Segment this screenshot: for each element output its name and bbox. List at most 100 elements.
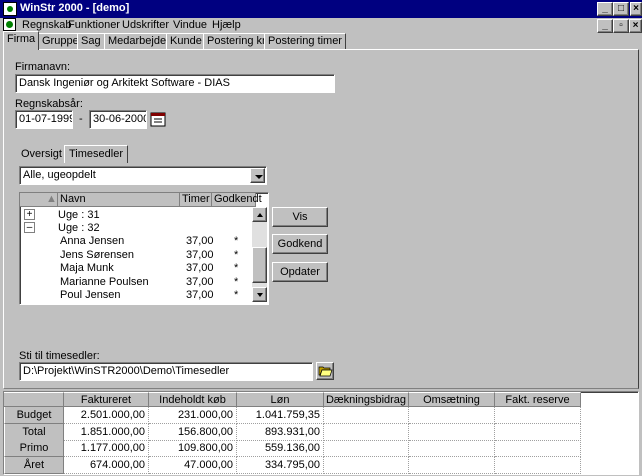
collapse-icon[interactable]: – <box>24 222 35 233</box>
scroll-down-arrow-icon[interactable] <box>252 287 267 302</box>
grid-header-hours[interactable]: Timer <box>180 193 212 207</box>
summary-cell[interactable] <box>324 456 409 474</box>
fiscal-year-label: Regnskabsår: <box>15 98 83 110</box>
fiscal-year-to-input[interactable]: 30-06-2000 <box>89 110 147 129</box>
summary-cell[interactable]: 674.000,00 <box>64 456 149 474</box>
grid-row[interactable]: Maja Munk 37,00 * <box>58 262 252 275</box>
minimize-button[interactable]: _ <box>597 2 613 16</box>
grid-cell-name: Jens Sørensen <box>60 248 134 261</box>
grid-scrollbar[interactable] <box>252 207 267 302</box>
subtab-timesedler[interactable]: Timesedler <box>64 145 128 163</box>
calendar-icon[interactable] <box>150 111 166 127</box>
grid-group-row[interactable]: Uge : 32 <box>58 222 100 235</box>
expand-icon[interactable]: + <box>24 209 35 220</box>
summary-cell[interactable]: 231.000,00 <box>149 407 237 424</box>
menu-bar: Regnskab Funktioner Udskrifter Vindue Hj… <box>0 18 642 33</box>
summary-cell[interactable] <box>495 423 581 441</box>
tab-kunde[interactable]: Kunde <box>166 33 206 49</box>
grid-cell-approved: * <box>234 275 239 288</box>
vis-button[interactable]: Vis <box>272 207 328 227</box>
chevron-down-icon[interactable] <box>250 168 265 183</box>
summary-cell[interactable] <box>324 407 409 424</box>
grid-cell-approved: * <box>234 248 239 261</box>
summary-cell[interactable] <box>409 456 495 474</box>
summary-cell[interactable]: 334.795,00 <box>237 456 324 474</box>
scroll-up-arrow-icon[interactable] <box>252 207 267 222</box>
scroll-thumb[interactable] <box>252 247 267 283</box>
summary-header: Løn <box>237 392 324 407</box>
summary-cell[interactable] <box>324 423 409 441</box>
summary-cell[interactable] <box>495 407 581 424</box>
summary-cell[interactable] <box>324 440 409 457</box>
summary-cell[interactable] <box>495 440 581 457</box>
summary-cell[interactable]: 109.800,00 <box>149 440 237 457</box>
maximize-button[interactable]: □ <box>613 2 629 16</box>
summary-cell[interactable]: 47.000,00 <box>149 456 237 474</box>
opdater-button[interactable]: Opdater <box>272 262 328 282</box>
child-close-button[interactable]: × <box>629 19 642 33</box>
fiscal-year-separator: - <box>79 113 83 125</box>
summary-row-label: Budget <box>4 407 64 424</box>
firm-name-input[interactable]: Dansk Ingeniør og Arkitekt Software - DI… <box>15 74 335 93</box>
folder-open-icon[interactable] <box>316 362 334 380</box>
summary-table: Faktureret Indeholdt køb Løn Dækningsbidrag… <box>3 391 639 475</box>
grid-cell-name: Maja Munk <box>60 262 114 274</box>
tab-sag[interactable]: Sag <box>77 33 105 49</box>
summary-header: Faktureret <box>64 392 149 407</box>
document-icon[interactable] <box>3 18 16 31</box>
summary-cell[interactable] <box>409 440 495 457</box>
grid-cell-hours: 37,00 <box>186 275 214 288</box>
grid-row[interactable]: Marianne Poulsen 37,00 * <box>58 276 252 289</box>
grid-row[interactable]: Anna Jensen 37,00 * <box>58 235 252 248</box>
summary-header: Dækningsbidrag <box>324 392 409 407</box>
grid-header-approved[interactable]: Godkendt <box>212 193 262 207</box>
grid-corner: ▲ <box>20 193 58 207</box>
summary-cell[interactable]: 1.041.759,35 <box>237 407 324 424</box>
godkend-button[interactable]: Godkend <box>272 234 328 254</box>
summary-cell[interactable]: 893.931,00 <box>237 423 324 441</box>
summary-cell[interactable]: 1.177.000,00 <box>64 440 149 457</box>
menu-regnskab[interactable]: Regnskab <box>22 19 72 31</box>
tab-postering-timer[interactable]: Postering timer <box>264 33 346 49</box>
summary-cell[interactable]: 156.800,00 <box>149 423 237 441</box>
subtab-oversigt[interactable]: Oversigt <box>17 146 66 164</box>
sort-indicator-icon: ▲ <box>46 193 57 205</box>
fiscal-year-from-input[interactable]: 01-07-1999 <box>15 110 73 129</box>
menu-vindue[interactable]: Vindue <box>173 19 207 31</box>
filter-dropdown[interactable]: Alle, ugeopdelt <box>19 166 267 185</box>
summary-header: Indeholdt køb <box>149 392 237 407</box>
summary-cell[interactable]: 1.851.000,00 <box>64 423 149 441</box>
summary-cell[interactable]: 559.136,00 <box>237 440 324 457</box>
child-restore-button[interactable]: ▫ <box>613 19 629 33</box>
tab-gruppe[interactable]: Gruppe <box>38 33 83 49</box>
menu-funktioner[interactable]: Funktioner <box>68 19 120 31</box>
tab-postering-kr[interactable]: Postering kr. <box>203 33 273 49</box>
grid-cell-hours: 37,00 <box>186 262 214 274</box>
grid-cell-name: Anna Jensen <box>60 235 125 247</box>
grid-group-row[interactable]: Uge : 31 <box>58 209 100 222</box>
path-input[interactable]: D:\Projekt\WinSTR2000\Demo\Timesedler <box>19 362 313 381</box>
summary-cell[interactable] <box>409 423 495 441</box>
grid-cell-name: Marianne Poulsen <box>60 275 149 288</box>
grid-row[interactable]: Poul Jensen 37,00 * <box>58 289 252 302</box>
grid-cell-hours: 37,00 <box>186 248 214 261</box>
close-button[interactable]: × <box>630 2 642 16</box>
grid-cell-hours: 37,00 <box>186 289 214 301</box>
grid-header-name[interactable]: Navn <box>58 193 180 207</box>
tab-firma[interactable]: Firma <box>3 31 40 50</box>
tab-medarbejder[interactable]: Medarbejder <box>104 33 174 49</box>
summary-row-label: Total <box>4 423 64 441</box>
app-icon[interactable] <box>3 2 17 16</box>
summary-corner <box>4 392 64 407</box>
summary-cell[interactable] <box>495 456 581 474</box>
summary-cell[interactable]: 2.501.000,00 <box>64 407 149 424</box>
menu-hjaelp[interactable]: Hjælp <box>212 19 241 31</box>
grid-cell-name: Poul Jensen <box>60 289 121 301</box>
summary-header: Omsætning <box>409 392 495 407</box>
grid-cell-hours: 37,00 <box>186 235 214 247</box>
grid-row[interactable]: Jens Sørensen 37,00 * <box>58 249 252 262</box>
menu-udskrifter[interactable]: Udskrifter <box>122 19 169 31</box>
path-label: Sti til timesedler: <box>19 350 100 362</box>
child-minimize-button[interactable]: _ <box>597 19 613 33</box>
summary-cell[interactable] <box>409 407 495 424</box>
